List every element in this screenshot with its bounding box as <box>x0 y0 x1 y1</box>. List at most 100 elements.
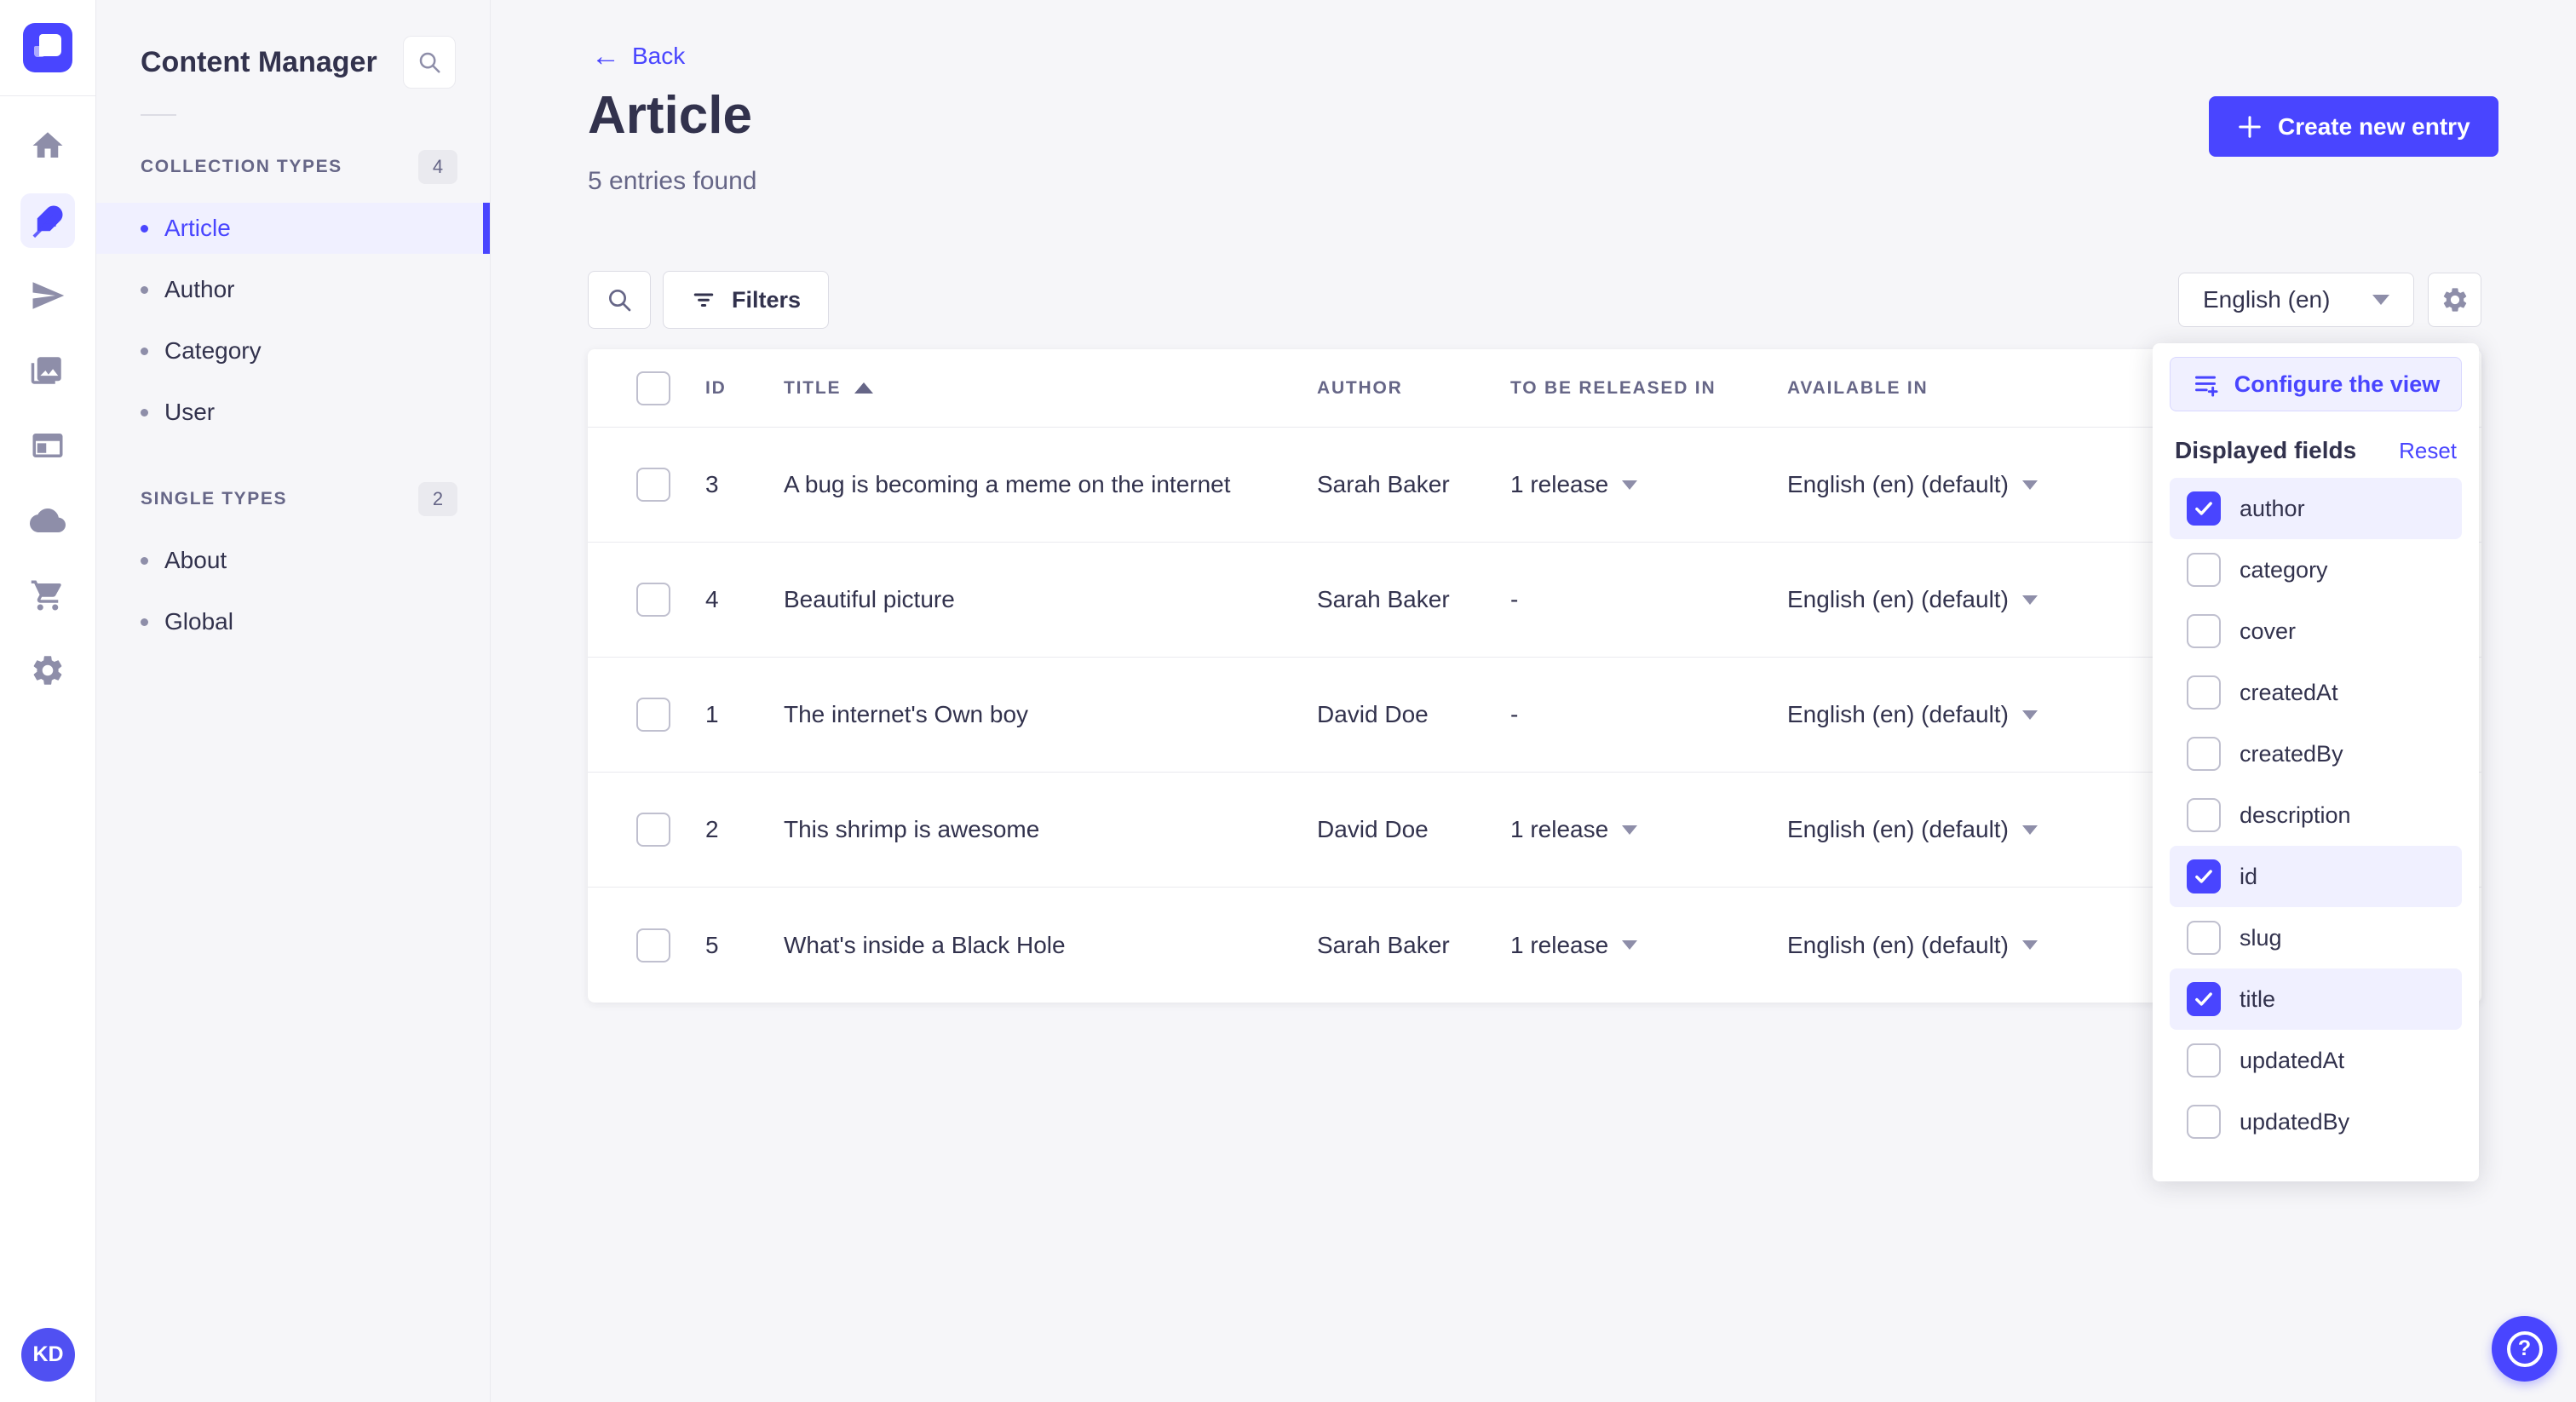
settings-gear-icon[interactable] <box>20 643 75 698</box>
field-toggle-updatedBy[interactable]: updatedBy <box>2170 1091 2462 1152</box>
configure-view-icon <box>2194 376 2218 397</box>
sidebar-title: Content Manager <box>141 45 377 78</box>
content-manager-feather-icon[interactable] <box>20 193 75 248</box>
sidebar-item-user[interactable]: User <box>96 387 490 438</box>
cell-release-dropdown[interactable]: 1 release <box>1510 471 1787 498</box>
sidebar-item-global[interactable]: Global <box>96 596 490 647</box>
configure-the-view-label: Configure the view <box>2234 371 2441 397</box>
field-checkbox[interactable] <box>2187 921 2221 955</box>
cell-available-value: English (en) (default) <box>1787 586 2009 612</box>
field-checkbox[interactable] <box>2187 798 2221 832</box>
content-manager-sidebar: Content Manager COLLECTION TYPES 4 Artic… <box>96 0 491 1402</box>
field-label: cover <box>2240 618 2297 644</box>
configure-the-view-button[interactable]: Configure the view <box>2170 357 2462 411</box>
field-checkbox[interactable] <box>2187 1105 2221 1139</box>
field-toggle-updatedAt[interactable]: updatedAt <box>2170 1030 2462 1091</box>
select-all-checkbox[interactable] <box>636 371 670 405</box>
field-toggle-id[interactable]: id <box>2170 846 2462 907</box>
view-settings-button[interactable] <box>2428 273 2481 327</box>
field-toggle-createdBy[interactable]: createdBy <box>2170 723 2462 784</box>
cloud-icon[interactable] <box>20 493 75 548</box>
marketplace-cart-icon[interactable] <box>20 568 75 623</box>
back-link[interactable]: ← Back <box>591 42 685 71</box>
field-label: createdBy <box>2240 740 2343 767</box>
row-checkbox[interactable] <box>636 468 670 502</box>
column-header-title[interactable]: TITLE <box>784 378 1317 399</box>
field-toggle-author[interactable]: author <box>2170 478 2462 539</box>
chevron-down-icon <box>1622 480 1638 490</box>
cell-id: 1 <box>705 701 719 727</box>
field-label: title <box>2240 985 2276 1012</box>
field-checkbox[interactable] <box>2187 614 2221 648</box>
row-checkbox[interactable] <box>636 698 670 732</box>
row-checkbox[interactable] <box>636 813 670 847</box>
bullet-icon <box>141 348 148 355</box>
logo-section <box>0 0 95 96</box>
cell-available-value: English (en) (default) <box>1787 701 2009 727</box>
cell-release-dropdown[interactable]: - <box>1510 586 1787 613</box>
cell-title: The internet's Own boy <box>784 701 1029 727</box>
sidebar-item-label: Global <box>164 608 233 635</box>
field-checkbox[interactable] <box>2187 982 2221 1016</box>
releases-plane-icon[interactable] <box>20 268 75 323</box>
field-checkbox[interactable] <box>2187 1043 2221 1077</box>
chevron-down-icon <box>2021 825 2038 835</box>
field-label: author <box>2240 495 2305 521</box>
sidebar-divider <box>141 114 176 116</box>
field-checkbox[interactable] <box>2187 491 2221 526</box>
field-checkbox[interactable] <box>2187 675 2221 710</box>
cell-id: 2 <box>705 816 719 842</box>
filters-button[interactable]: Filters <box>663 271 830 329</box>
field-toggle-slug[interactable]: slug <box>2170 907 2462 968</box>
sidebar-section-count-badge: 2 <box>418 482 457 516</box>
field-checkbox[interactable] <box>2187 553 2221 587</box>
row-checkbox[interactable] <box>636 928 670 962</box>
content-type-builder-icon[interactable] <box>20 418 75 473</box>
cell-release-dropdown[interactable]: 1 release <box>1510 816 1787 843</box>
cell-release-dropdown[interactable]: 1 release <box>1510 932 1787 959</box>
field-toggle-title[interactable]: title <box>2170 968 2462 1030</box>
sidebar-item-category[interactable]: Category <box>96 325 490 376</box>
chevron-down-icon <box>1622 825 1638 835</box>
field-checkbox[interactable] <box>2187 859 2221 893</box>
media-library-icon[interactable] <box>20 343 75 398</box>
chevron-down-icon <box>1622 940 1638 950</box>
sidebar-item-label: Author <box>164 276 235 302</box>
cell-title: What's inside a Black Hole <box>784 931 1066 958</box>
create-new-entry-button[interactable]: Create new entry <box>2209 96 2498 157</box>
field-toggle-category[interactable]: category <box>2170 539 2462 600</box>
filter-icon <box>693 293 714 307</box>
sidebar-item-article[interactable]: Article <box>96 203 490 254</box>
strapi-admin-app: KD Content Manager COLLECTION TYPES 4 Ar… <box>0 0 2576 1402</box>
home-icon[interactable] <box>20 118 75 173</box>
page-title: Article <box>588 86 752 145</box>
help-button[interactable]: ? <box>2492 1316 2557 1382</box>
sidebar-item-about[interactable]: About <box>96 535 490 586</box>
row-checkbox[interactable] <box>636 583 670 617</box>
strapi-logo[interactable] <box>23 23 72 72</box>
sidebar-item-author[interactable]: Author <box>96 264 490 315</box>
cell-release-dropdown[interactable]: - <box>1510 701 1787 728</box>
cell-release-value: - <box>1510 701 1519 727</box>
field-label: slug <box>2240 924 2282 951</box>
field-label: id <box>2240 863 2258 889</box>
table-search-button[interactable] <box>588 271 651 329</box>
reset-link[interactable]: Reset <box>2399 438 2457 464</box>
fields-list: author category cover createdAt createdB… <box>2170 478 2462 1152</box>
field-toggle-cover[interactable]: cover <box>2170 600 2462 662</box>
cell-release-value: - <box>1510 586 1519 612</box>
column-header-id[interactable]: ID <box>705 378 784 399</box>
column-header-available-label: AVAILABLE IN <box>1787 377 1929 398</box>
cell-id: 5 <box>705 931 719 958</box>
help-icon: ? <box>2506 1330 2543 1367</box>
field-toggle-description[interactable]: description <box>2170 784 2462 846</box>
sidebar-search-button[interactable] <box>403 36 456 89</box>
field-toggle-createdAt[interactable]: createdAt <box>2170 662 2462 723</box>
locale-select[interactable]: English (en) <box>2178 273 2414 327</box>
user-avatar[interactable]: KD <box>21 1328 75 1382</box>
chevron-down-icon <box>2021 940 2038 950</box>
column-header-author-label: AUTHOR <box>1317 377 1403 398</box>
bullet-icon <box>141 286 148 294</box>
field-checkbox[interactable] <box>2187 737 2221 771</box>
cell-author: David Doe <box>1317 816 1429 842</box>
